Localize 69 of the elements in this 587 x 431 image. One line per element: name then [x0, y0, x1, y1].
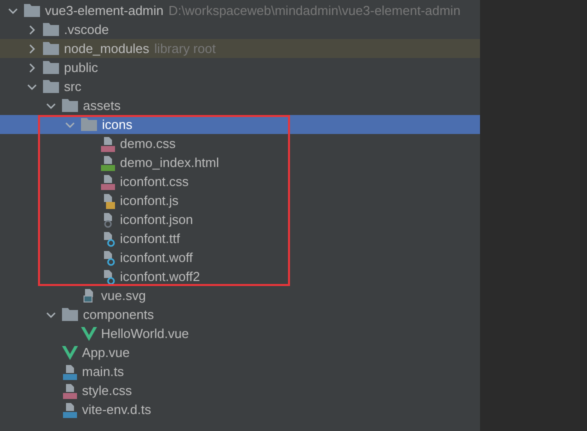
folder-icon	[43, 80, 59, 93]
folder-icon	[62, 99, 78, 112]
file-row[interactable]: iconfont.js	[0, 191, 480, 210]
file-row[interactable]: App.vue	[0, 343, 480, 362]
chevron-down-icon[interactable]	[46, 100, 56, 110]
file-row[interactable]: style.css	[0, 381, 480, 400]
folder-row[interactable]: src	[0, 77, 480, 96]
file-row[interactable]: demo_index.html	[0, 153, 480, 172]
item-name: components	[83, 306, 154, 324]
item-name: vue3-element-admin	[45, 2, 164, 20]
folder-icon	[43, 61, 59, 74]
folder-row[interactable]: .vscode	[0, 20, 480, 39]
item-name: style.css	[82, 382, 132, 400]
item-name: HelloWorld.vue	[101, 324, 189, 343]
css-file-icon	[62, 382, 78, 398]
file-row[interactable]: HelloWorld.vue	[0, 324, 480, 343]
ts-file-icon	[62, 402, 78, 418]
item-name: iconfont.woff2	[120, 268, 200, 286]
item-name: App.vue	[82, 344, 130, 362]
item-name: vite-env.d.ts	[82, 400, 152, 419]
item-name: assets	[83, 96, 121, 115]
item-name: demo.css	[120, 134, 176, 153]
item-name: public	[64, 58, 98, 77]
item-name: demo_index.html	[120, 154, 219, 172]
chevron-right-icon[interactable]	[27, 62, 37, 72]
item-name: iconfont.css	[120, 172, 189, 191]
file-row[interactable]: vite-env.d.ts	[0, 400, 480, 419]
ts-file-icon	[62, 364, 78, 380]
file-row[interactable]: iconfont.css	[0, 172, 480, 191]
chevron-down-icon[interactable]	[46, 310, 56, 320]
css-file-icon	[100, 174, 116, 190]
item-name: iconfont.woff	[120, 248, 193, 267]
item-name: iconfont.json	[120, 210, 193, 229]
item-hint: D:\workspaceweb\mindadmin\vue3-element-admin	[168, 2, 460, 20]
file-row[interactable]: demo.css	[0, 134, 480, 153]
chevron-down-icon[interactable]	[8, 6, 18, 16]
css-file-icon	[100, 136, 116, 152]
item-name: vue.svg	[101, 286, 146, 305]
folder-row[interactable]: assets	[0, 96, 480, 115]
item-name: icons	[102, 116, 132, 134]
item-name: iconfont.js	[120, 192, 179, 210]
folder-icon	[43, 42, 59, 55]
folder-row[interactable]: components	[0, 305, 480, 324]
folder-row[interactable]: public	[0, 58, 480, 77]
folder-row[interactable]: icons	[0, 115, 480, 134]
html-file-icon	[100, 154, 116, 170]
chevron-down-icon[interactable]	[27, 82, 37, 92]
vue-file-icon	[81, 326, 97, 340]
file-row[interactable]: iconfont.ttf	[0, 229, 480, 248]
file-row[interactable]: iconfont.json	[0, 210, 480, 229]
item-name: node_modules	[64, 40, 150, 58]
item-hint: library root	[154, 40, 216, 58]
chevron-right-icon[interactable]	[27, 24, 37, 34]
file-row[interactable]: main.ts	[0, 362, 480, 381]
file-row[interactable]: iconfont.woff	[0, 248, 480, 267]
file-row[interactable]: iconfont.woff2	[0, 267, 480, 286]
folder-icon	[62, 308, 78, 321]
item-name: .vscode	[64, 20, 109, 39]
folder-icon	[43, 23, 59, 36]
folder-row[interactable]: node_modules library root	[0, 39, 480, 58]
file-row[interactable]: vue.svg	[0, 286, 480, 305]
vue-file-icon	[62, 346, 78, 360]
item-name: iconfont.ttf	[120, 230, 180, 248]
item-name: src	[64, 78, 82, 96]
folder-icon	[24, 4, 40, 17]
item-name: main.ts	[82, 362, 124, 381]
folder-row[interactable]: vue3-element-admin D:\workspaceweb\mindadmin\vue3-element-admin	[0, 1, 480, 20]
chevron-right-icon[interactable]	[27, 44, 37, 54]
folder-icon	[81, 118, 97, 131]
